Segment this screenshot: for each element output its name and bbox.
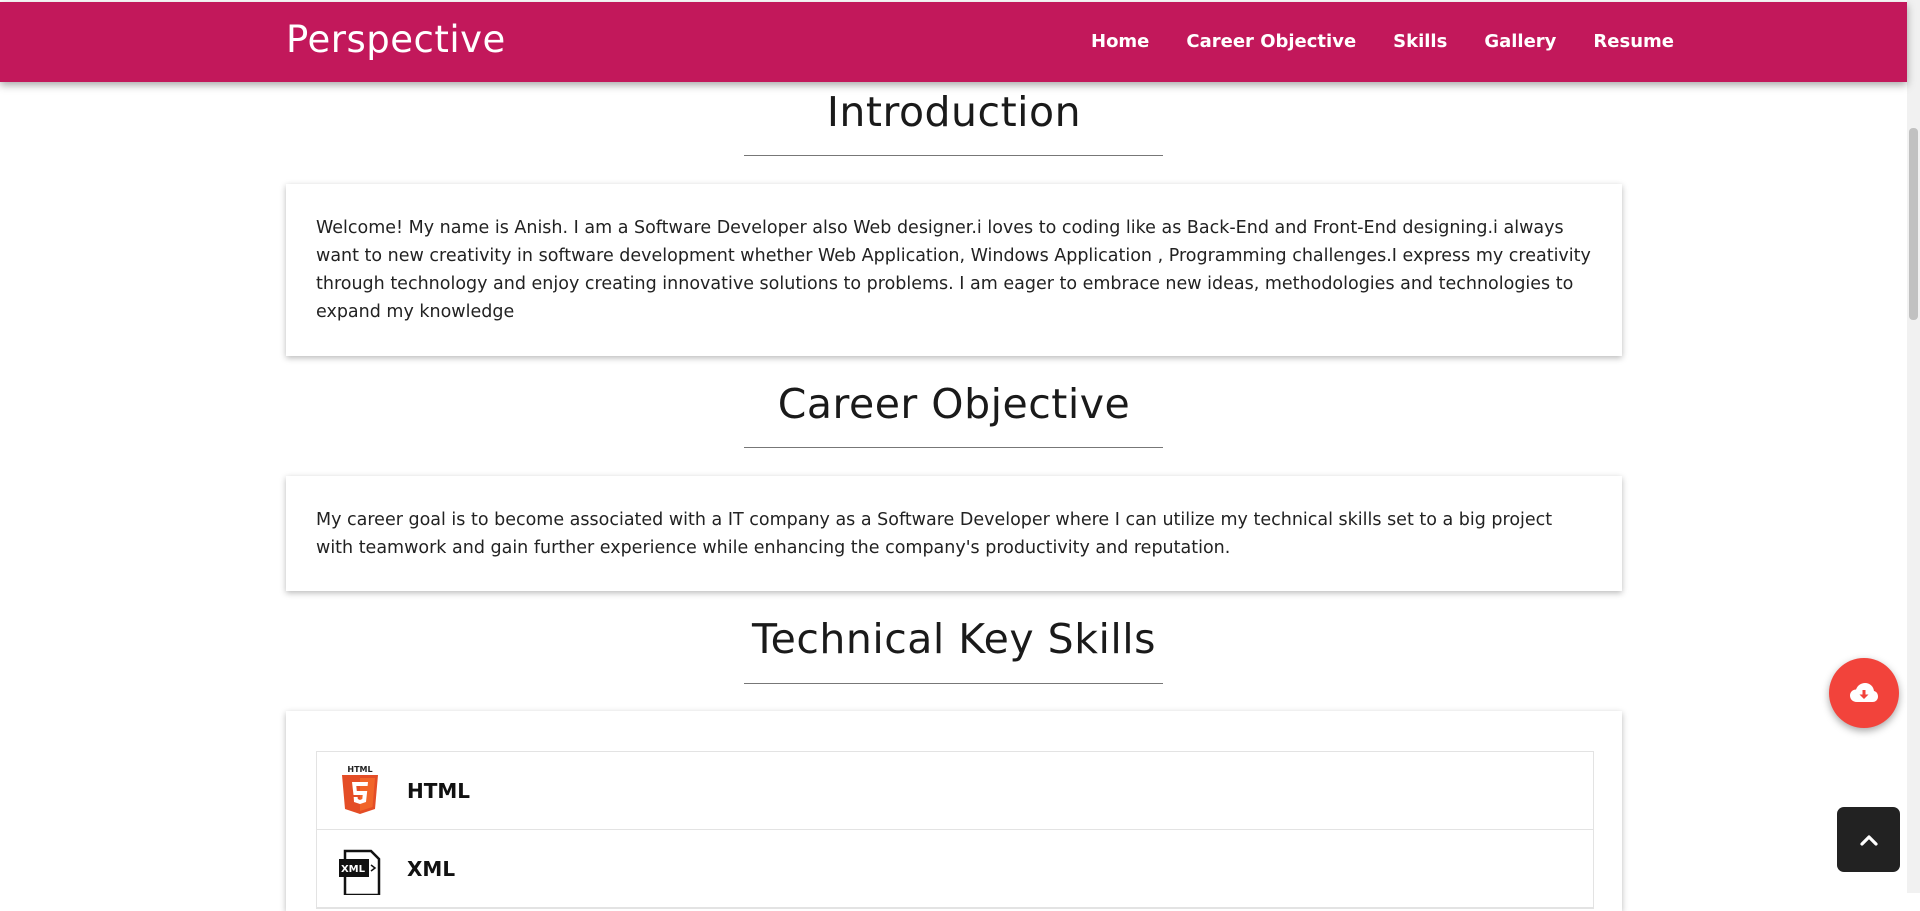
chevron-up-icon: [1859, 834, 1878, 846]
html5-icon: HTML: [342, 765, 378, 814]
back-to-top-button[interactable]: [1837, 807, 1900, 872]
cloud-download-icon: [1850, 683, 1878, 702]
download-resume-button[interactable]: [1829, 658, 1899, 728]
nav-home-link[interactable]: Home: [1091, 31, 1149, 52]
skills-divider: [744, 683, 1163, 684]
nav-career-objective-link[interactable]: Career Objective: [1186, 31, 1356, 52]
introduction-card: Welcome! My name is Anish. I am a Softwa…: [286, 184, 1622, 356]
introduction-divider: [744, 155, 1163, 156]
xml-file-icon-text: XML: [341, 864, 366, 875]
skill-item-xml: XML XML: [317, 830, 1593, 908]
scrollbar-thumb[interactable]: [1909, 128, 1918, 320]
skill-label-html: HTML: [407, 778, 471, 803]
brand-logo[interactable]: Perspective: [286, 18, 506, 61]
career-objective-card: My career goal is to become associated w…: [286, 476, 1622, 591]
html5-icon-text: HTML: [347, 765, 372, 774]
skill-label-xml: XML: [407, 856, 456, 881]
nav-resume-link[interactable]: Resume: [1593, 31, 1674, 52]
nav-links: Home Career Objective Skills Gallery Res…: [1091, 31, 1711, 52]
career-objective-divider: [744, 447, 1163, 448]
career-objective-text: My career goal is to become associated w…: [316, 510, 1553, 558]
xml-file-icon: XML: [339, 849, 381, 895]
skill-item-html: HTML HTML: [317, 752, 1593, 830]
page-scrollbar[interactable]: [1907, 0, 1920, 893]
skill-list: HTML HTML XML XML: [316, 751, 1594, 909]
introduction-text: Welcome! My name is Anish. I am a Softwa…: [316, 218, 1591, 322]
nav-skills-link[interactable]: Skills: [1393, 31, 1447, 52]
nav-gallery-link[interactable]: Gallery: [1484, 31, 1556, 52]
skills-heading: Technical Key Skills: [752, 615, 1156, 663]
career-objective-heading: Career Objective: [777, 380, 1131, 428]
navbar: Perspective Home Career Objective Skills…: [0, 2, 1907, 82]
skills-card: HTML HTML XML XML: [286, 711, 1622, 911]
introduction-heading: Introduction: [826, 88, 1082, 136]
